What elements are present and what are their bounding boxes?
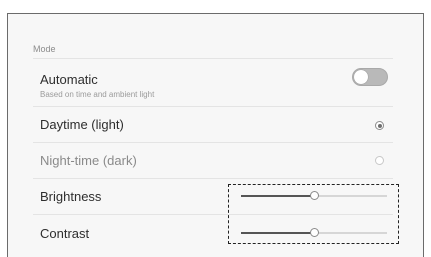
option-nighttime-label: Night-time (dark): [40, 153, 137, 168]
automatic-description: Based on time and ambient light: [40, 90, 155, 99]
option-daytime-label: Daytime (light): [40, 117, 124, 132]
sliders-highlight-callout: [228, 184, 399, 244]
section-label: Mode: [33, 44, 56, 54]
divider: [33, 58, 393, 59]
automatic-label: Automatic: [40, 72, 98, 87]
divider: [33, 142, 393, 143]
contrast-label: Contrast: [40, 226, 90, 241]
brightness-label: Brightness: [40, 189, 102, 204]
option-daytime-radio[interactable]: [375, 121, 384, 130]
divider: [33, 106, 393, 107]
toggle-knob: [354, 70, 368, 84]
option-nighttime-radio[interactable]: [375, 156, 384, 165]
divider: [33, 178, 393, 179]
automatic-toggle[interactable]: [352, 68, 388, 86]
